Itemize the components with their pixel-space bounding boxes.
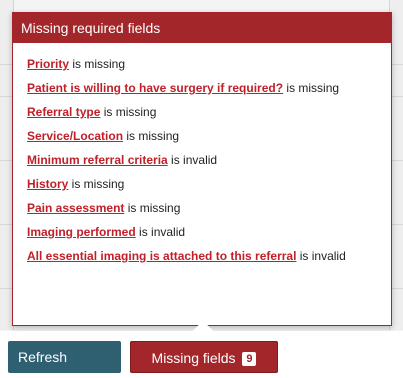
error-field-link[interactable]: Imaging performed xyxy=(27,225,136,239)
error-item: Service/Location is missing xyxy=(27,129,379,143)
missing-count-badge: 9 xyxy=(242,352,257,366)
error-item: History is missing xyxy=(27,177,379,191)
error-status: is invalid xyxy=(135,225,186,239)
error-item: Priority is missing xyxy=(27,57,379,71)
error-status: is missing xyxy=(69,57,126,71)
error-status: is missing xyxy=(123,129,180,143)
error-status: is missing xyxy=(68,177,125,191)
refresh-button-label: Refresh xyxy=(18,349,68,365)
error-item: Pain assessment is missing xyxy=(27,201,379,215)
error-field-link[interactable]: All essential imaging is attached to thi… xyxy=(27,249,296,263)
missing-fields-popover: Missing required fields Priority is miss… xyxy=(12,12,392,326)
error-status: is missing xyxy=(124,201,181,215)
error-item: Imaging performed is invalid xyxy=(27,225,379,239)
error-field-link[interactable]: Minimum referral criteria xyxy=(27,153,168,167)
error-item: Minimum referral criteria is invalid xyxy=(27,153,379,167)
error-item: Patient is willing to have surgery if re… xyxy=(27,81,379,95)
error-status: is missing xyxy=(100,105,157,119)
refresh-button[interactable]: Refresh xyxy=(8,341,121,373)
error-item: Referral type is missing xyxy=(27,105,379,119)
missing-fields-button[interactable]: Missing fields 9 xyxy=(130,341,278,373)
error-status: is invalid xyxy=(296,249,346,263)
error-list: Priority is missing Patient is willing t… xyxy=(13,43,391,263)
error-field-link[interactable]: Priority xyxy=(27,57,69,71)
error-item: All essential imaging is attached to thi… xyxy=(27,249,379,263)
error-field-link[interactable]: Pain assessment xyxy=(27,201,124,215)
popover-title: Missing required fields xyxy=(13,13,391,43)
error-status: is missing xyxy=(283,81,340,95)
error-field-link[interactable]: Referral type xyxy=(27,105,100,119)
error-field-link[interactable]: History xyxy=(27,177,68,191)
missing-fields-label: Missing fields xyxy=(151,350,236,366)
error-status: is invalid xyxy=(167,153,218,167)
bottom-action-bar: Refresh Missing fields 9 xyxy=(0,331,403,378)
error-field-link[interactable]: Service/Location xyxy=(27,129,123,143)
error-field-link[interactable]: Patient is willing to have surgery if re… xyxy=(27,81,283,95)
